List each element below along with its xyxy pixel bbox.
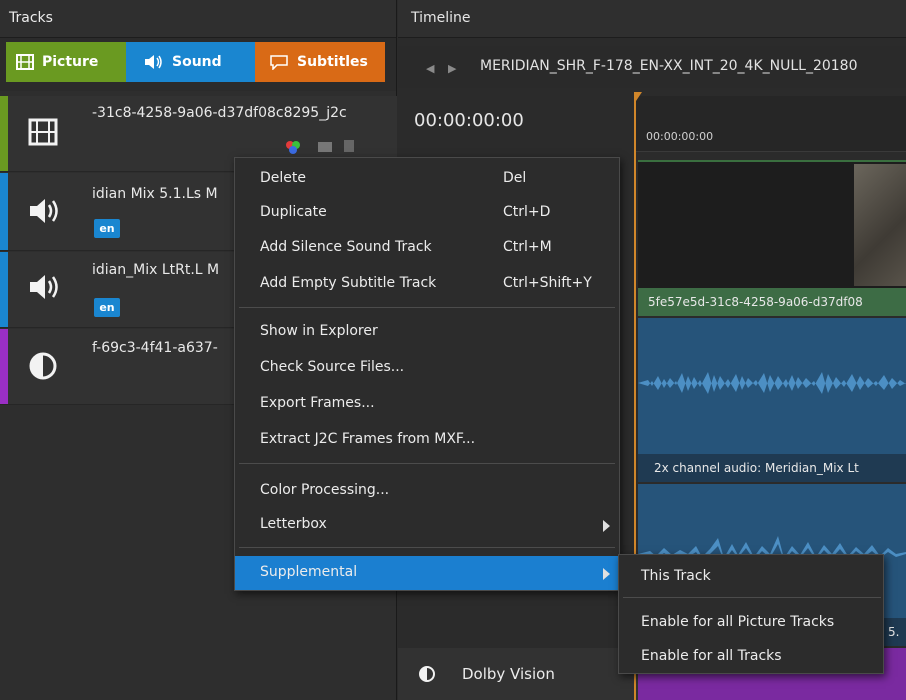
- menu-item-export-frames[interactable]: Export Frames...: [235, 387, 619, 421]
- tracks-panel-title: Tracks: [0, 0, 396, 38]
- menu-item-label: Add Empty Subtitle Track: [260, 275, 437, 291]
- menu-item-label: Supplemental: [260, 564, 358, 580]
- menu-separator: [239, 547, 615, 548]
- half-circle-contrast-icon: [419, 666, 435, 682]
- menu-separator: [239, 307, 615, 308]
- menu-item-extract-j2c-frames[interactable]: Extract J2C Frames from MXF...: [235, 423, 619, 457]
- menu-item-label: Letterbox: [260, 516, 327, 532]
- track-color-strip: [0, 329, 8, 404]
- menu-item-letterbox[interactable]: Letterbox: [235, 508, 619, 542]
- track-name: idian Mix 5.1.Ls M: [92, 186, 218, 202]
- current-timecode: 00:00:00:00: [414, 110, 524, 131]
- speaker-icon: [30, 199, 58, 223]
- tab-subtitles-label: Subtitles: [297, 54, 368, 70]
- submenu-item-enable-all-tracks[interactable]: Enable for all Tracks: [619, 638, 883, 672]
- menu-item-shortcut: Ctrl+M: [503, 239, 552, 255]
- menu-item-shortcut: Ctrl+D: [503, 204, 551, 220]
- track-color-strip: [0, 96, 8, 171]
- tab-subtitles[interactable]: Subtitles: [255, 42, 385, 82]
- menu-item-label: This Track: [641, 568, 711, 584]
- audio-clip-label: 2x channel audio: Meridian_Mix Lt: [638, 454, 906, 482]
- timeline-file-bar: ◀ ▶ MERIDIAN_SHR_F-178_EN-XX_INT_20_4K_N…: [398, 46, 906, 88]
- tab-picture[interactable]: Picture: [6, 42, 126, 82]
- video-clip-label: 5fe57e5d-31c8-4258-9a06-d37df08: [638, 288, 906, 316]
- language-badge: en: [94, 298, 120, 317]
- dolby-vision-label: Dolby Vision: [462, 665, 555, 683]
- submenu-item-enable-all-picture-tracks[interactable]: Enable for all Picture Tracks: [619, 604, 883, 638]
- menu-item-label: Color Processing...: [260, 482, 390, 498]
- menu-item-shortcut: Del: [503, 170, 527, 186]
- track-color-strip: [0, 173, 8, 250]
- menu-item-label: Add Silence Sound Track: [260, 239, 432, 255]
- menu-item-show-in-explorer[interactable]: Show in Explorer: [235, 315, 619, 349]
- timeline-title: Timeline: [398, 0, 906, 38]
- video-thumbnail: [854, 164, 906, 286]
- menu-separator: [239, 463, 615, 464]
- menu-item-check-source-files[interactable]: Check Source Files...: [235, 351, 619, 385]
- submenu-item-this-track[interactable]: This Track: [619, 558, 883, 592]
- speaker-icon: [30, 275, 58, 299]
- tab-sound-label: Sound: [172, 54, 222, 70]
- arrow-right-icon[interactable]: ▶: [448, 62, 456, 75]
- menu-item-delete[interactable]: Delete Del: [235, 162, 619, 196]
- tab-sound[interactable]: Sound: [126, 42, 255, 82]
- language-badge: en: [94, 219, 120, 238]
- menu-item-label: Check Source Files...: [260, 359, 405, 375]
- track-name: -31c8-4258-9a06-d37df08c8295_j2c: [92, 105, 347, 121]
- context-menu: Delete Del Duplicate Ctrl+D Add Silence …: [234, 157, 620, 591]
- track-color-strip: [0, 252, 8, 327]
- submenu-arrow-icon: [603, 520, 610, 532]
- audio-clip-1[interactable]: 2x channel audio: Meridian_Mix Lt: [638, 318, 906, 482]
- ruler-timecode: 00:00:00:00: [646, 130, 714, 143]
- menu-item-label: Export Frames...: [260, 395, 375, 411]
- menu-item-label: Duplicate: [260, 204, 327, 220]
- color-wheel-icon[interactable]: [285, 140, 301, 154]
- video-clip[interactable]: 5fe57e5d-31c8-4258-9a06-d37df08: [638, 160, 906, 316]
- menu-separator: [623, 597, 881, 598]
- trash-icon[interactable]: [344, 140, 354, 152]
- track-name: f-69c3-4f41-a637-: [92, 340, 218, 356]
- screen-icon[interactable]: [318, 142, 332, 152]
- supplemental-submenu: This Track Enable for all Picture Tracks…: [618, 554, 884, 674]
- menu-item-label: Enable for all Picture Tracks: [641, 614, 835, 630]
- track-type-tabs: Picture Sound Subtitles: [0, 38, 396, 91]
- subtitle-bubble-icon: [270, 55, 288, 70]
- menu-item-label: Enable for all Tracks: [641, 648, 782, 664]
- menu-item-shortcut: Ctrl+Shift+Y: [503, 275, 592, 291]
- track-name: idian_Mix LtRt.L M: [92, 262, 220, 278]
- half-circle-contrast-icon: [29, 352, 57, 380]
- timeline-ruler[interactable]: 00:00:00:00: [634, 96, 906, 152]
- menu-item-supplemental[interactable]: Supplemental: [235, 556, 619, 590]
- menu-item-color-processing[interactable]: Color Processing...: [235, 474, 619, 508]
- menu-item-label: Delete: [260, 170, 306, 186]
- menu-item-label: Show in Explorer: [260, 323, 378, 339]
- menu-item-duplicate[interactable]: Duplicate Ctrl+D: [235, 196, 619, 230]
- audio-waveform: [638, 372, 906, 394]
- app-window: Tracks Picture Sound Subtitles -31c8-425…: [0, 0, 906, 700]
- film-icon: [16, 54, 34, 70]
- timeline-filename: MERIDIAN_SHR_F-178_EN-XX_INT_20_4K_NULL_…: [480, 58, 858, 74]
- tab-picture-label: Picture: [42, 54, 99, 70]
- arrow-left-icon[interactable]: ◀: [426, 62, 434, 75]
- submenu-arrow-icon: [603, 568, 610, 580]
- speaker-icon: [145, 55, 162, 69]
- menu-item-add-empty-subtitle-track[interactable]: Add Empty Subtitle Track Ctrl+Shift+Y: [235, 267, 619, 301]
- menu-item-label: Extract J2C Frames from MXF...: [260, 431, 476, 447]
- menu-item-add-silence-sound-track[interactable]: Add Silence Sound Track Ctrl+M: [235, 231, 619, 265]
- film-icon: [28, 118, 58, 146]
